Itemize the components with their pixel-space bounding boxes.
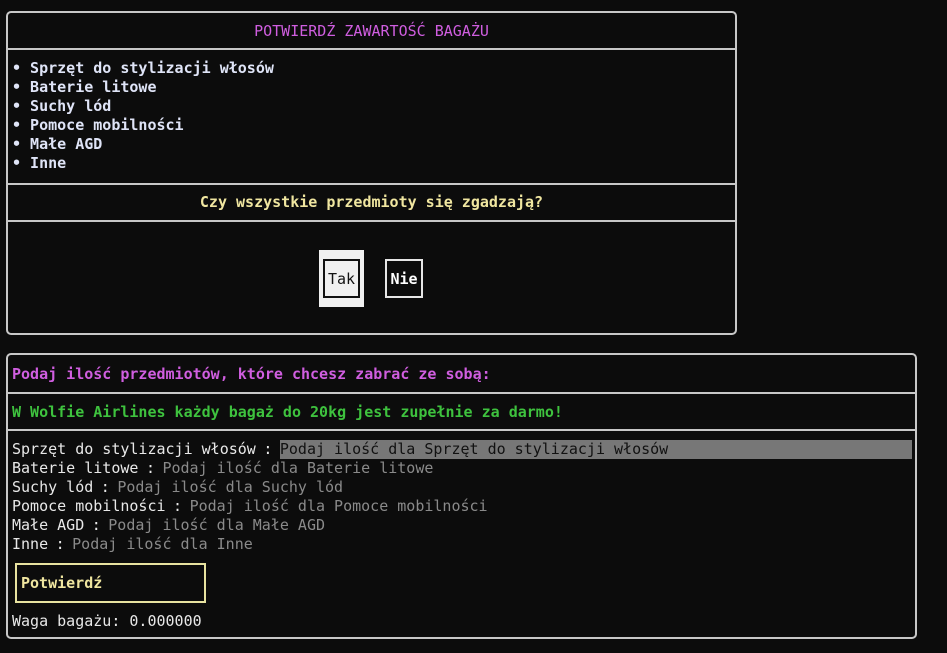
quantity-input[interactable]: Podaj ilość dla Suchy lód: [117, 478, 912, 497]
quantity-input[interactable]: Podaj ilość dla Sprzęt do stylizacji wło…: [279, 440, 912, 459]
quantity-label: Suchy lód: [12, 478, 94, 496]
label-separator: :: [55, 535, 65, 553]
label-separator: :: [263, 440, 273, 458]
quantity-input[interactable]: Podaj ilość dla Baterie litowe: [162, 459, 912, 478]
label-separator: :: [145, 459, 155, 477]
confirm-question: Czy wszystkie przedmioty się zgadzają?: [199, 193, 544, 211]
list-item: • Sprzęt do stylizacji włosów: [12, 59, 274, 77]
quantity-row: Inne : Podaj ilość dla Inne: [12, 535, 912, 554]
list-item: • Inne: [12, 154, 67, 172]
quantity-label: Sprzęt do stylizacji włosów: [12, 440, 256, 458]
divider: [8, 48, 735, 50]
quantity-label: Inne: [12, 535, 49, 553]
quantity-label: Baterie litowe: [12, 459, 139, 477]
divider: [8, 429, 915, 431]
quantity-row: Baterie litowe : Podaj ilość dla Baterie…: [12, 459, 912, 478]
quantity-input[interactable]: Podaj ilość dla Małe AGD: [108, 516, 912, 535]
quantity-label: Małe AGD: [12, 516, 85, 534]
baggage-item-list: • Sprzęt do stylizacji włosów • Baterie …: [12, 59, 274, 173]
panel-title: POTWIERDŹ ZAWARTOŚĆ BAGAŻU: [254, 22, 489, 40]
label-separator: :: [173, 497, 183, 515]
promo-message: W Wolfie Airlines każdy bagaż do 20kg je…: [12, 403, 563, 421]
label-separator: :: [91, 516, 101, 534]
quantity-prompt: Podaj ilość przedmiotów, które chcesz za…: [12, 365, 491, 383]
list-item: • Suchy lód: [12, 97, 112, 115]
quantity-row: Małe AGD : Podaj ilość dla Małe AGD: [12, 516, 912, 535]
label-separator: :: [100, 478, 110, 496]
yes-button[interactable]: Tak: [319, 250, 364, 307]
divider: [8, 183, 735, 185]
confirm-button[interactable]: Potwierdź: [15, 563, 206, 603]
list-item: • Małe AGD: [12, 135, 103, 153]
quantity-input[interactable]: Podaj ilość dla Inne: [72, 535, 912, 554]
quantity-row: Pomoce mobilności : Podaj ilość dla Pomo…: [12, 497, 912, 516]
yes-button-label: Tak: [323, 259, 360, 298]
list-item: • Pomoce mobilności: [12, 116, 184, 134]
no-button[interactable]: Nie: [385, 259, 423, 298]
quantity-form: Sprzęt do stylizacji włosów : Podaj iloś…: [12, 440, 912, 554]
divider: [8, 220, 735, 222]
divider: [8, 392, 915, 394]
quantity-label: Pomoce mobilności: [12, 497, 166, 515]
baggage-weight: Waga bagażu: 0.000000: [12, 612, 202, 630]
confirm-baggage-panel: POTWIERDŹ ZAWARTOŚĆ BAGAŻU • Sprzęt do s…: [6, 11, 737, 335]
quantity-panel: Podaj ilość przedmiotów, które chcesz za…: [6, 353, 917, 639]
quantity-row: Suchy lód : Podaj ilość dla Suchy lód: [12, 478, 912, 497]
list-item: • Baterie litowe: [12, 78, 157, 96]
quantity-input[interactable]: Podaj ilość dla Pomoce mobilności: [190, 497, 912, 516]
quantity-row: Sprzęt do stylizacji włosów : Podaj iloś…: [12, 440, 912, 459]
